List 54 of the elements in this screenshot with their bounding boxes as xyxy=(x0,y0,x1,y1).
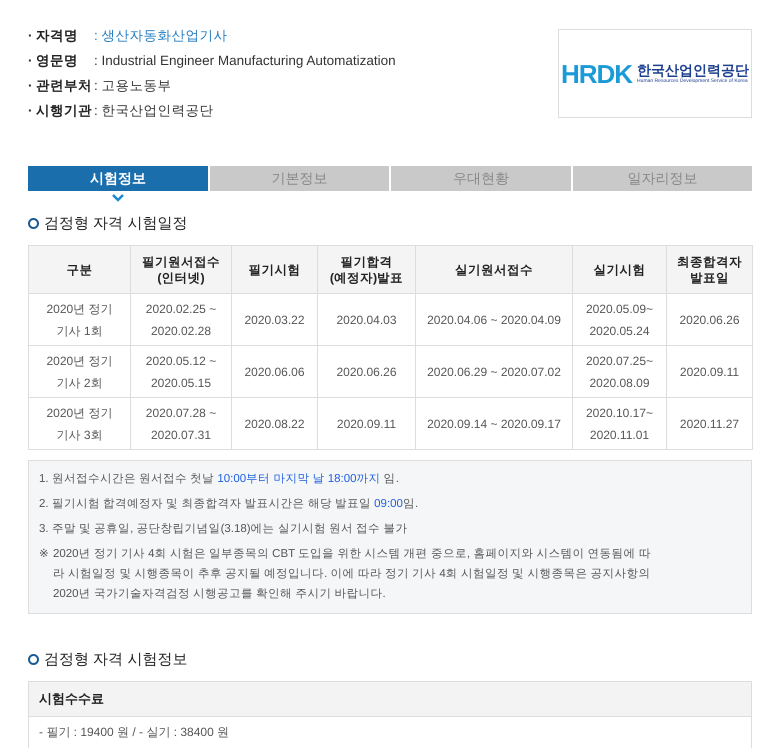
logo-name: 한국산업인력공단 xyxy=(637,62,750,78)
bullet-icon xyxy=(28,654,39,665)
note-text: 2. 필기시험 합격예정자 및 최종합격자 발표시간은 해당 발표일 09:00임. xyxy=(39,497,420,512)
table-cell: 2020.07.28 ~ 2020.07.31 xyxy=(130,398,232,450)
field-label: · 자격명 xyxy=(28,27,80,45)
table-cell: 2020.03.22 xyxy=(232,294,318,346)
column-header: 필기시험 xyxy=(232,246,318,294)
remark-mark: ※ xyxy=(39,547,50,562)
table-cell: 2020.06.29 ~ 2020.07.02 xyxy=(416,346,572,398)
section-title: 검정형 자격 시험일정 xyxy=(44,214,188,233)
table-cell: 2020.09.11 xyxy=(318,398,416,450)
field-value: : 한국산업인력공단 xyxy=(94,102,214,120)
bullet-icon xyxy=(28,218,39,229)
note-text: 3. 주말 및 공휴일, 공단창립기념일(3.18)에는 실기시험 원서 접수 불가 xyxy=(39,522,408,537)
table-cell: 2020.05.09~ 2020.05.24 xyxy=(572,294,666,346)
column-header: 실기시험 xyxy=(572,246,666,294)
fee-text: - 필기 : 19400 원 / - 실기 : 38400 원 xyxy=(29,717,751,748)
table-cell: 2020.04.06 ~ 2020.04.09 xyxy=(416,294,572,346)
table-cell: 2020.04.03 xyxy=(318,294,416,346)
table-cell: 2020.07.25~ 2020.08.09 xyxy=(572,346,666,398)
field-label: · 관련부처 xyxy=(28,77,94,95)
table-cell: 2020.06.06 xyxy=(232,346,318,398)
section-title: 검정형 자격 시험정보 xyxy=(44,650,188,669)
logo-mark: HRDK xyxy=(560,60,632,86)
chevron-down-icon xyxy=(112,194,124,202)
table-cell: 2020.09.14 ~ 2020.09.17 xyxy=(416,398,572,450)
field-value: : Industrial Engineer Manufacturing Automatization xyxy=(94,52,396,70)
table-cell: 2020년 정기 기사 3회 xyxy=(28,398,130,450)
table-cell: 2020.10.17~ 2020.11.01 xyxy=(572,398,666,450)
tab[interactable]: 기본정보 xyxy=(210,166,389,191)
field-value: : 고용노동부 xyxy=(94,77,172,95)
tab[interactable]: 일자리정보 xyxy=(572,166,752,191)
column-header: 필기합격 (예정자)발표 xyxy=(318,246,416,294)
remark-text: 2020년 정기 기사 4회 시험은 일부종목의 CBT 도입을 위한 시스템 개편 중으로, 홈페이지와 시스템이 연동됨에 따라 시험일정 및 시행종목이 추후 공지될 예정입니다. 이에 따라 정기 기사 4회 시험일정 및 시행종목은 공지사항의 2020년 국가기술자격검정 시행공고를 확인해 주시기 바랍니다. xyxy=(53,547,652,602)
field-label: · 영문명 xyxy=(28,52,80,70)
fee-heading: 시험수수료 xyxy=(29,682,751,717)
tab[interactable]: 시험정보 xyxy=(28,166,208,191)
table-cell: 2020.08.22 xyxy=(232,398,318,450)
table-cell: 2020.06.26 xyxy=(666,294,752,346)
column-header: 구분 xyxy=(28,246,130,294)
table-cell: 2020.09.11 xyxy=(666,346,752,398)
field-value: : 생산자동화산업기사 xyxy=(94,27,228,45)
column-header: 실기원서접수 xyxy=(416,246,572,294)
table-cell: 2020.06.26 xyxy=(318,346,416,398)
tab[interactable]: 우대현황 xyxy=(391,166,570,191)
table-cell: 2020.02.25 ~ 2020.02.28 xyxy=(130,294,232,346)
table-cell: 2020.05.12 ~ 2020.05.15 xyxy=(130,346,232,398)
column-header: 최종합격자 발표일 xyxy=(666,246,752,294)
table-cell: 2020.11.27 xyxy=(666,398,752,450)
table-cell: 2020년 정기 기사 2회 xyxy=(28,346,130,398)
table-cell: 2020년 정기 기사 1회 xyxy=(28,294,130,346)
field-label: · 시행기관 xyxy=(28,102,94,120)
column-header: 필기원서접수 (인터넷) xyxy=(130,246,232,294)
note-text: 1. 원서접수시간은 원서접수 첫날 10:00부터 마지막 날 18:00까지 임. xyxy=(39,472,400,487)
